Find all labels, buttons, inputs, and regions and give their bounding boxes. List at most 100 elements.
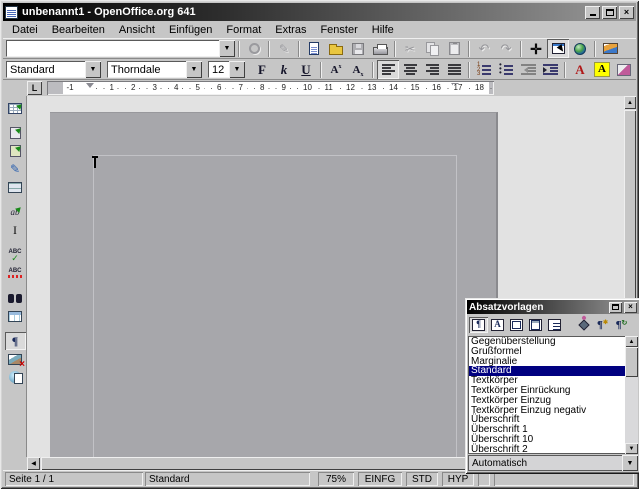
left-indent-marker[interactable]: [86, 83, 94, 93]
form-functions-button[interactable]: [5, 178, 26, 196]
numbering-button[interactable]: [473, 60, 495, 79]
ruler-strip[interactable]: -1123456789101112131415161718: [47, 81, 494, 95]
align-right-button[interactable]: [421, 60, 443, 79]
gallery-button[interactable]: [599, 39, 621, 58]
align-center-icon: [404, 64, 417, 75]
spellcheck-button[interactable]: [5, 246, 26, 264]
tab-type-selector[interactable]: L: [27, 81, 42, 95]
draw-functions-button[interactable]: ✎: [5, 160, 26, 178]
font-size-dropdown-button[interactable]: ▼: [229, 61, 245, 78]
stylist-scroll-up-button[interactable]: ▲: [625, 336, 638, 347]
url-combobox[interactable]: ▼: [6, 40, 235, 57]
underline-button[interactable]: U: [295, 60, 317, 79]
stylist-scroll-thumb[interactable]: [625, 347, 638, 377]
data-sources-button[interactable]: [5, 307, 26, 325]
document-page[interactable]: [50, 112, 498, 457]
background-color-button[interactable]: [613, 60, 635, 79]
online-layout-button[interactable]: [5, 368, 26, 386]
scroll-up-button[interactable]: ▲: [624, 96, 636, 109]
status-insert-mode[interactable]: EINFG: [358, 472, 402, 486]
align-left-button[interactable]: [377, 60, 399, 79]
new-style-from-selection-button[interactable]: ¶: [593, 317, 612, 333]
update-style-button[interactable]: ¶: [612, 317, 631, 333]
paragraph-style-dropdown-button[interactable]: ▼: [85, 61, 101, 78]
ruler-number: 13: [367, 84, 378, 92]
insert-object-button[interactable]: [5, 142, 26, 160]
status-page-style[interactable]: Standard: [145, 472, 310, 486]
new-style-icon: ¶: [597, 319, 608, 331]
status-selection-mode[interactable]: STD: [406, 472, 438, 486]
open-button[interactable]: [325, 39, 347, 58]
style-list-item[interactable]: Überschrift 2: [469, 445, 625, 454]
update-style-icon: ¶: [616, 319, 628, 331]
graphics-onoff-button[interactable]: [5, 350, 26, 368]
font-name-combobox[interactable]: Thorndale ▼: [107, 61, 202, 78]
stylist-list[interactable]: GegenüberstellungGrußformelMarginalieSta…: [468, 336, 625, 454]
nonprinting-characters-button[interactable]: ¶: [5, 332, 26, 350]
paragraph-style-combobox[interactable]: Standard ▼: [6, 61, 101, 78]
auto-spellcheck-button[interactable]: [5, 264, 26, 282]
bullets-button[interactable]: [495, 60, 517, 79]
stylist-window[interactable]: Absatzvorlagen × ¶ A ¶ ¶ Gegenüberstellu…: [465, 298, 639, 474]
italic-button[interactable]: k: [273, 60, 295, 79]
fill-format-button[interactable]: [574, 317, 593, 333]
menu-item-extras[interactable]: Extras: [268, 23, 313, 37]
direct-cursor-button[interactable]: I: [5, 221, 26, 239]
url-dropdown-button[interactable]: ▼: [219, 40, 235, 57]
copy-icon: [426, 42, 439, 55]
menu-item-datei[interactable]: Datei: [5, 23, 45, 37]
minimize-button[interactable]: [585, 6, 600, 19]
url-input[interactable]: [10, 43, 216, 55]
insert-button[interactable]: [5, 99, 26, 117]
paragraph-styles-button[interactable]: ¶: [469, 317, 488, 333]
menu-item-bearbeiten[interactable]: Bearbeiten: [45, 23, 112, 37]
stylist-button[interactable]: [547, 39, 569, 58]
subscript-button[interactable]: A: [347, 60, 369, 79]
stylist-filter-dropdown-button[interactable]: ▼: [622, 455, 638, 471]
close-button[interactable]: ×: [619, 6, 634, 19]
menu-item-fenster[interactable]: Fenster: [313, 23, 364, 37]
print-button[interactable]: [369, 39, 391, 58]
bold-button[interactable]: F: [251, 60, 273, 79]
vertical-scroll-thumb[interactable]: [624, 110, 636, 310]
character-styles-button[interactable]: A: [488, 317, 507, 333]
font-size-value: 12: [208, 61, 229, 78]
font-color-button[interactable]: A: [569, 60, 591, 79]
insert-fields-button[interactable]: [5, 124, 26, 142]
increase-indent-button[interactable]: [539, 60, 561, 79]
title-bar[interactable]: unbenannt1 - OpenOffice.org 641 ×: [3, 3, 636, 21]
status-hyperlink-mode[interactable]: HYP: [442, 472, 474, 486]
superscript-button[interactable]: A: [325, 60, 347, 79]
stylist-title-bar[interactable]: Absatzvorlagen ×: [467, 300, 639, 314]
page-styles-button[interactable]: [526, 317, 545, 333]
menu-item-hilfe[interactable]: Hilfe: [365, 23, 401, 37]
align-left-icon: [382, 64, 395, 75]
menu-item-einfügen[interactable]: Einfügen: [162, 23, 219, 37]
stylist-close-button[interactable]: ×: [624, 302, 637, 313]
find-button[interactable]: [5, 289, 26, 307]
close-icon: ×: [628, 303, 633, 311]
hyperlink-button[interactable]: [569, 39, 591, 58]
stylist-scrollbar[interactable]: ▲ ▼: [625, 336, 638, 454]
align-justify-button[interactable]: [443, 60, 465, 79]
stylist-dock-button[interactable]: [609, 302, 622, 313]
scroll-left-button[interactable]: ◀: [27, 457, 40, 470]
navigator-button[interactable]: ✛: [525, 39, 547, 58]
window-title: unbenannt1 - OpenOffice.org 641: [22, 6, 583, 18]
increase-indent-icon: [543, 64, 558, 75]
frame-styles-button[interactable]: [507, 317, 526, 333]
menu-item-ansicht[interactable]: Ansicht: [112, 23, 162, 37]
status-zoom[interactable]: 75%: [318, 472, 354, 486]
font-name-dropdown-button[interactable]: ▼: [186, 61, 202, 78]
autotext-button[interactable]: ab: [5, 203, 26, 221]
stylist-scroll-down-button[interactable]: ▼: [625, 443, 638, 454]
maximize-button[interactable]: [602, 6, 617, 19]
align-center-button[interactable]: [399, 60, 421, 79]
highlighting-button[interactable]: A: [591, 60, 613, 79]
menu-item-format[interactable]: Format: [219, 23, 268, 37]
font-size-combobox[interactable]: 12 ▼: [208, 61, 245, 78]
new-document-button[interactable]: [303, 39, 325, 58]
stylist-filter-combobox[interactable]: Automatisch ▼: [468, 455, 638, 471]
numbering-styles-button[interactable]: [545, 317, 564, 333]
find-icon: [8, 294, 22, 303]
